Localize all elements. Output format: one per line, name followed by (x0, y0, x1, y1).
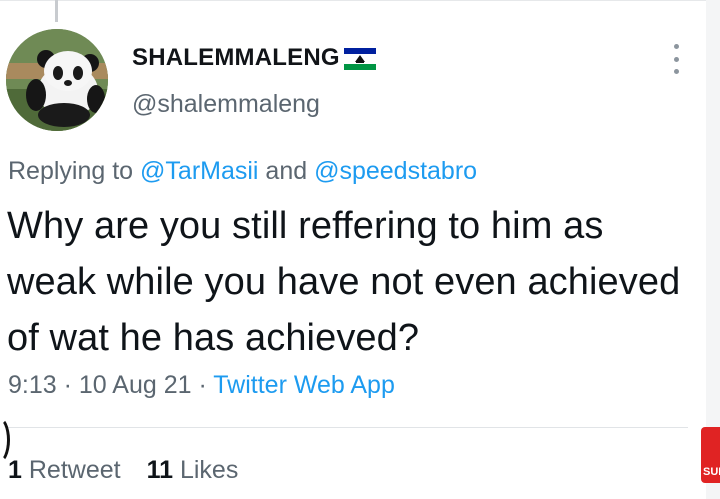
retweets-count: 1 (8, 456, 22, 484)
tweet-text: Why are you still reffering to him as we… (7, 205, 681, 359)
right-edge-panel (706, 0, 720, 499)
likes-count: 11 (146, 456, 174, 484)
mention-link[interactable]: @TarMasii (140, 157, 258, 185)
subscribe-label: SUB (703, 466, 720, 478)
dot (673, 44, 679, 49)
display-name[interactable]: SHALEMMALENG (132, 44, 340, 72)
thread-connector-line (55, 0, 58, 22)
source-app-link[interactable]: Twitter Web App (213, 371, 395, 399)
replying-prefix: Replying to (8, 157, 141, 185)
lesotho-flag-icon (343, 48, 376, 70)
engagement-stats: 1 Retweet 11 Likes (8, 456, 238, 485)
likes-stat[interactable]: 11 Likes (147, 456, 239, 484)
subscribe-button[interactable]: SUB (701, 427, 720, 483)
top-border (0, 0, 720, 1)
retweets-label: Retweet (28, 456, 121, 484)
tweet-date[interactable]: 10 Aug 21 (79, 371, 192, 399)
meta-separator: · (56, 371, 79, 399)
mention-link[interactable]: @speedstabro (314, 157, 477, 185)
tweet-time[interactable]: 9:13 (8, 371, 57, 399)
avatar[interactable] (6, 29, 108, 131)
user-handle[interactable]: @shalemmaleng (132, 90, 320, 119)
retweets-stat[interactable]: 1 Retweet (8, 456, 121, 484)
tweet-metadata: 9:13 · 10 Aug 21 · Twitter Web App (8, 371, 395, 400)
replying-joiner: and (258, 157, 315, 185)
dot (673, 56, 679, 62)
dot (673, 69, 679, 74)
replying-to-line: Replying to @TarMasii and @speedstabro (8, 157, 477, 186)
more-options-icon[interactable] (669, 44, 683, 74)
panda-avatar-image (6, 29, 108, 131)
divider (8, 427, 688, 428)
likes-label: Likes (179, 456, 239, 484)
meta-separator: · (191, 371, 214, 399)
display-name-row: SHALEMMALENG (132, 44, 376, 72)
